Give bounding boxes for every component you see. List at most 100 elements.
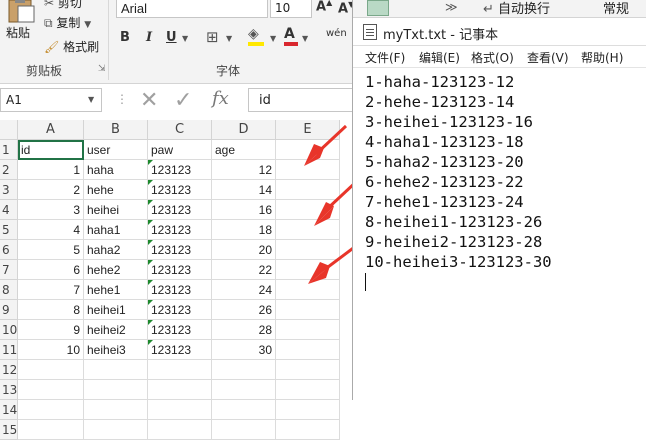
borders-icon[interactable]: ⊞: [206, 28, 219, 46]
cell[interactable]: 10: [18, 340, 84, 360]
cell[interactable]: [276, 420, 340, 440]
fill-dropdown-icon[interactable]: ▼: [270, 34, 276, 43]
cell[interactable]: 16: [212, 200, 276, 220]
format-painter-button[interactable]: 🖌 格式刷: [44, 38, 99, 55]
cell[interactable]: age: [212, 140, 276, 160]
cell[interactable]: heihei2: [84, 320, 148, 340]
notepad-menu-item[interactable]: 格式(O): [471, 49, 514, 66]
cell[interactable]: 3: [18, 200, 84, 220]
cell[interactable]: [148, 380, 212, 400]
cell[interactable]: 20: [212, 240, 276, 260]
cell[interactable]: haha2: [84, 240, 148, 260]
row-header[interactable]: 15: [0, 420, 18, 440]
cell[interactable]: 123123: [148, 160, 212, 180]
grow-font-button[interactable]: A▲: [316, 0, 332, 14]
cell[interactable]: heihei: [84, 200, 148, 220]
cell[interactable]: 12: [212, 160, 276, 180]
cell[interactable]: 14: [212, 180, 276, 200]
name-box-dropdown-icon[interactable]: ▼: [88, 95, 94, 104]
row-header[interactable]: 2: [0, 160, 18, 180]
orientation-icon[interactable]: ≫: [445, 0, 458, 14]
number-format-select[interactable]: 常规: [603, 0, 629, 17]
cell[interactable]: [276, 400, 340, 420]
cell[interactable]: [18, 420, 84, 440]
cut-button[interactable]: ✂ 剪切: [44, 0, 82, 11]
notepad-menu-item[interactable]: 文件(F): [365, 49, 405, 66]
cell[interactable]: 9: [18, 320, 84, 340]
underline-dropdown-icon[interactable]: ▼: [182, 34, 188, 43]
cell[interactable]: 30: [212, 340, 276, 360]
row-header[interactable]: 14: [0, 400, 18, 420]
cell[interactable]: 123123: [148, 180, 212, 200]
row-header[interactable]: 13: [0, 380, 18, 400]
cell[interactable]: [212, 400, 276, 420]
cell[interactable]: 123123: [148, 300, 212, 320]
notepad-menu-item[interactable]: 查看(V): [527, 49, 569, 66]
wrap-text-button[interactable]: ↵ 自动换行: [483, 0, 550, 17]
column-header-c[interactable]: C: [148, 120, 212, 140]
cell[interactable]: 28: [212, 320, 276, 340]
cell[interactable]: 1: [18, 160, 84, 180]
cell[interactable]: 123123: [148, 240, 212, 260]
row-header[interactable]: 11: [0, 340, 18, 360]
cell[interactable]: [276, 380, 340, 400]
cell[interactable]: hehe: [84, 180, 148, 200]
italic-button[interactable]: I: [146, 30, 152, 45]
enter-check-icon[interactable]: ✓: [174, 88, 192, 113]
column-header-b[interactable]: B: [84, 120, 148, 140]
row-header[interactable]: 8: [0, 280, 18, 300]
row-header[interactable]: 3: [0, 180, 18, 200]
cell[interactable]: id: [18, 140, 84, 160]
cell[interactable]: heihei1: [84, 300, 148, 320]
cell[interactable]: 123123: [148, 340, 212, 360]
cell[interactable]: paw: [148, 140, 212, 160]
cell[interactable]: heihei3: [84, 340, 148, 360]
cell[interactable]: [148, 400, 212, 420]
dialog-launcher-icon[interactable]: ⇲: [98, 64, 106, 74]
bold-button[interactable]: B: [120, 30, 130, 45]
row-header[interactable]: 5: [0, 220, 18, 240]
row-header[interactable]: 9: [0, 300, 18, 320]
cell[interactable]: [148, 360, 212, 380]
underline-button[interactable]: U: [166, 30, 177, 45]
cancel-icon[interactable]: ✕: [140, 88, 158, 113]
fill-color-button[interactable]: ◈: [248, 26, 266, 46]
cell[interactable]: [276, 360, 340, 380]
cell[interactable]: [18, 380, 84, 400]
insert-function-button[interactable]: fx: [212, 88, 229, 109]
font-color-dropdown-icon[interactable]: ▼: [302, 34, 308, 43]
row-header[interactable]: 10: [0, 320, 18, 340]
cell[interactable]: hehe2: [84, 260, 148, 280]
cell[interactable]: 123123: [148, 260, 212, 280]
column-header-a[interactable]: A: [18, 120, 84, 140]
align-button[interactable]: [367, 0, 389, 16]
cell[interactable]: 2: [18, 180, 84, 200]
font-size-select[interactable]: 10: [270, 0, 312, 18]
phonetic-button[interactable]: wén: [326, 28, 347, 39]
copy-button[interactable]: ⧉ 复制 ▼: [44, 14, 91, 31]
row-header[interactable]: 7: [0, 260, 18, 280]
cell[interactable]: 22: [212, 260, 276, 280]
cell[interactable]: [18, 360, 84, 380]
cell[interactable]: 123123: [148, 220, 212, 240]
notepad-menu-item[interactable]: 帮助(H): [581, 49, 623, 66]
cell[interactable]: 18: [212, 220, 276, 240]
cell[interactable]: 8: [18, 300, 84, 320]
column-header-d[interactable]: D: [212, 120, 276, 140]
cell[interactable]: 4: [18, 220, 84, 240]
cell[interactable]: [212, 360, 276, 380]
row-header[interactable]: 1: [0, 140, 18, 160]
name-box[interactable]: A1: [0, 88, 102, 112]
font-color-button[interactable]: A: [284, 26, 300, 46]
cell[interactable]: 5: [18, 240, 84, 260]
cell[interactable]: [18, 400, 84, 420]
select-all-corner[interactable]: [0, 120, 18, 140]
cell[interactable]: [212, 380, 276, 400]
font-name-select[interactable]: Arial: [116, 0, 268, 18]
cell[interactable]: [84, 420, 148, 440]
chevron-down-icon[interactable]: ▼: [84, 20, 91, 30]
cell[interactable]: 123123: [148, 280, 212, 300]
cell[interactable]: user: [84, 140, 148, 160]
row-header[interactable]: 6: [0, 240, 18, 260]
row-header[interactable]: 4: [0, 200, 18, 220]
